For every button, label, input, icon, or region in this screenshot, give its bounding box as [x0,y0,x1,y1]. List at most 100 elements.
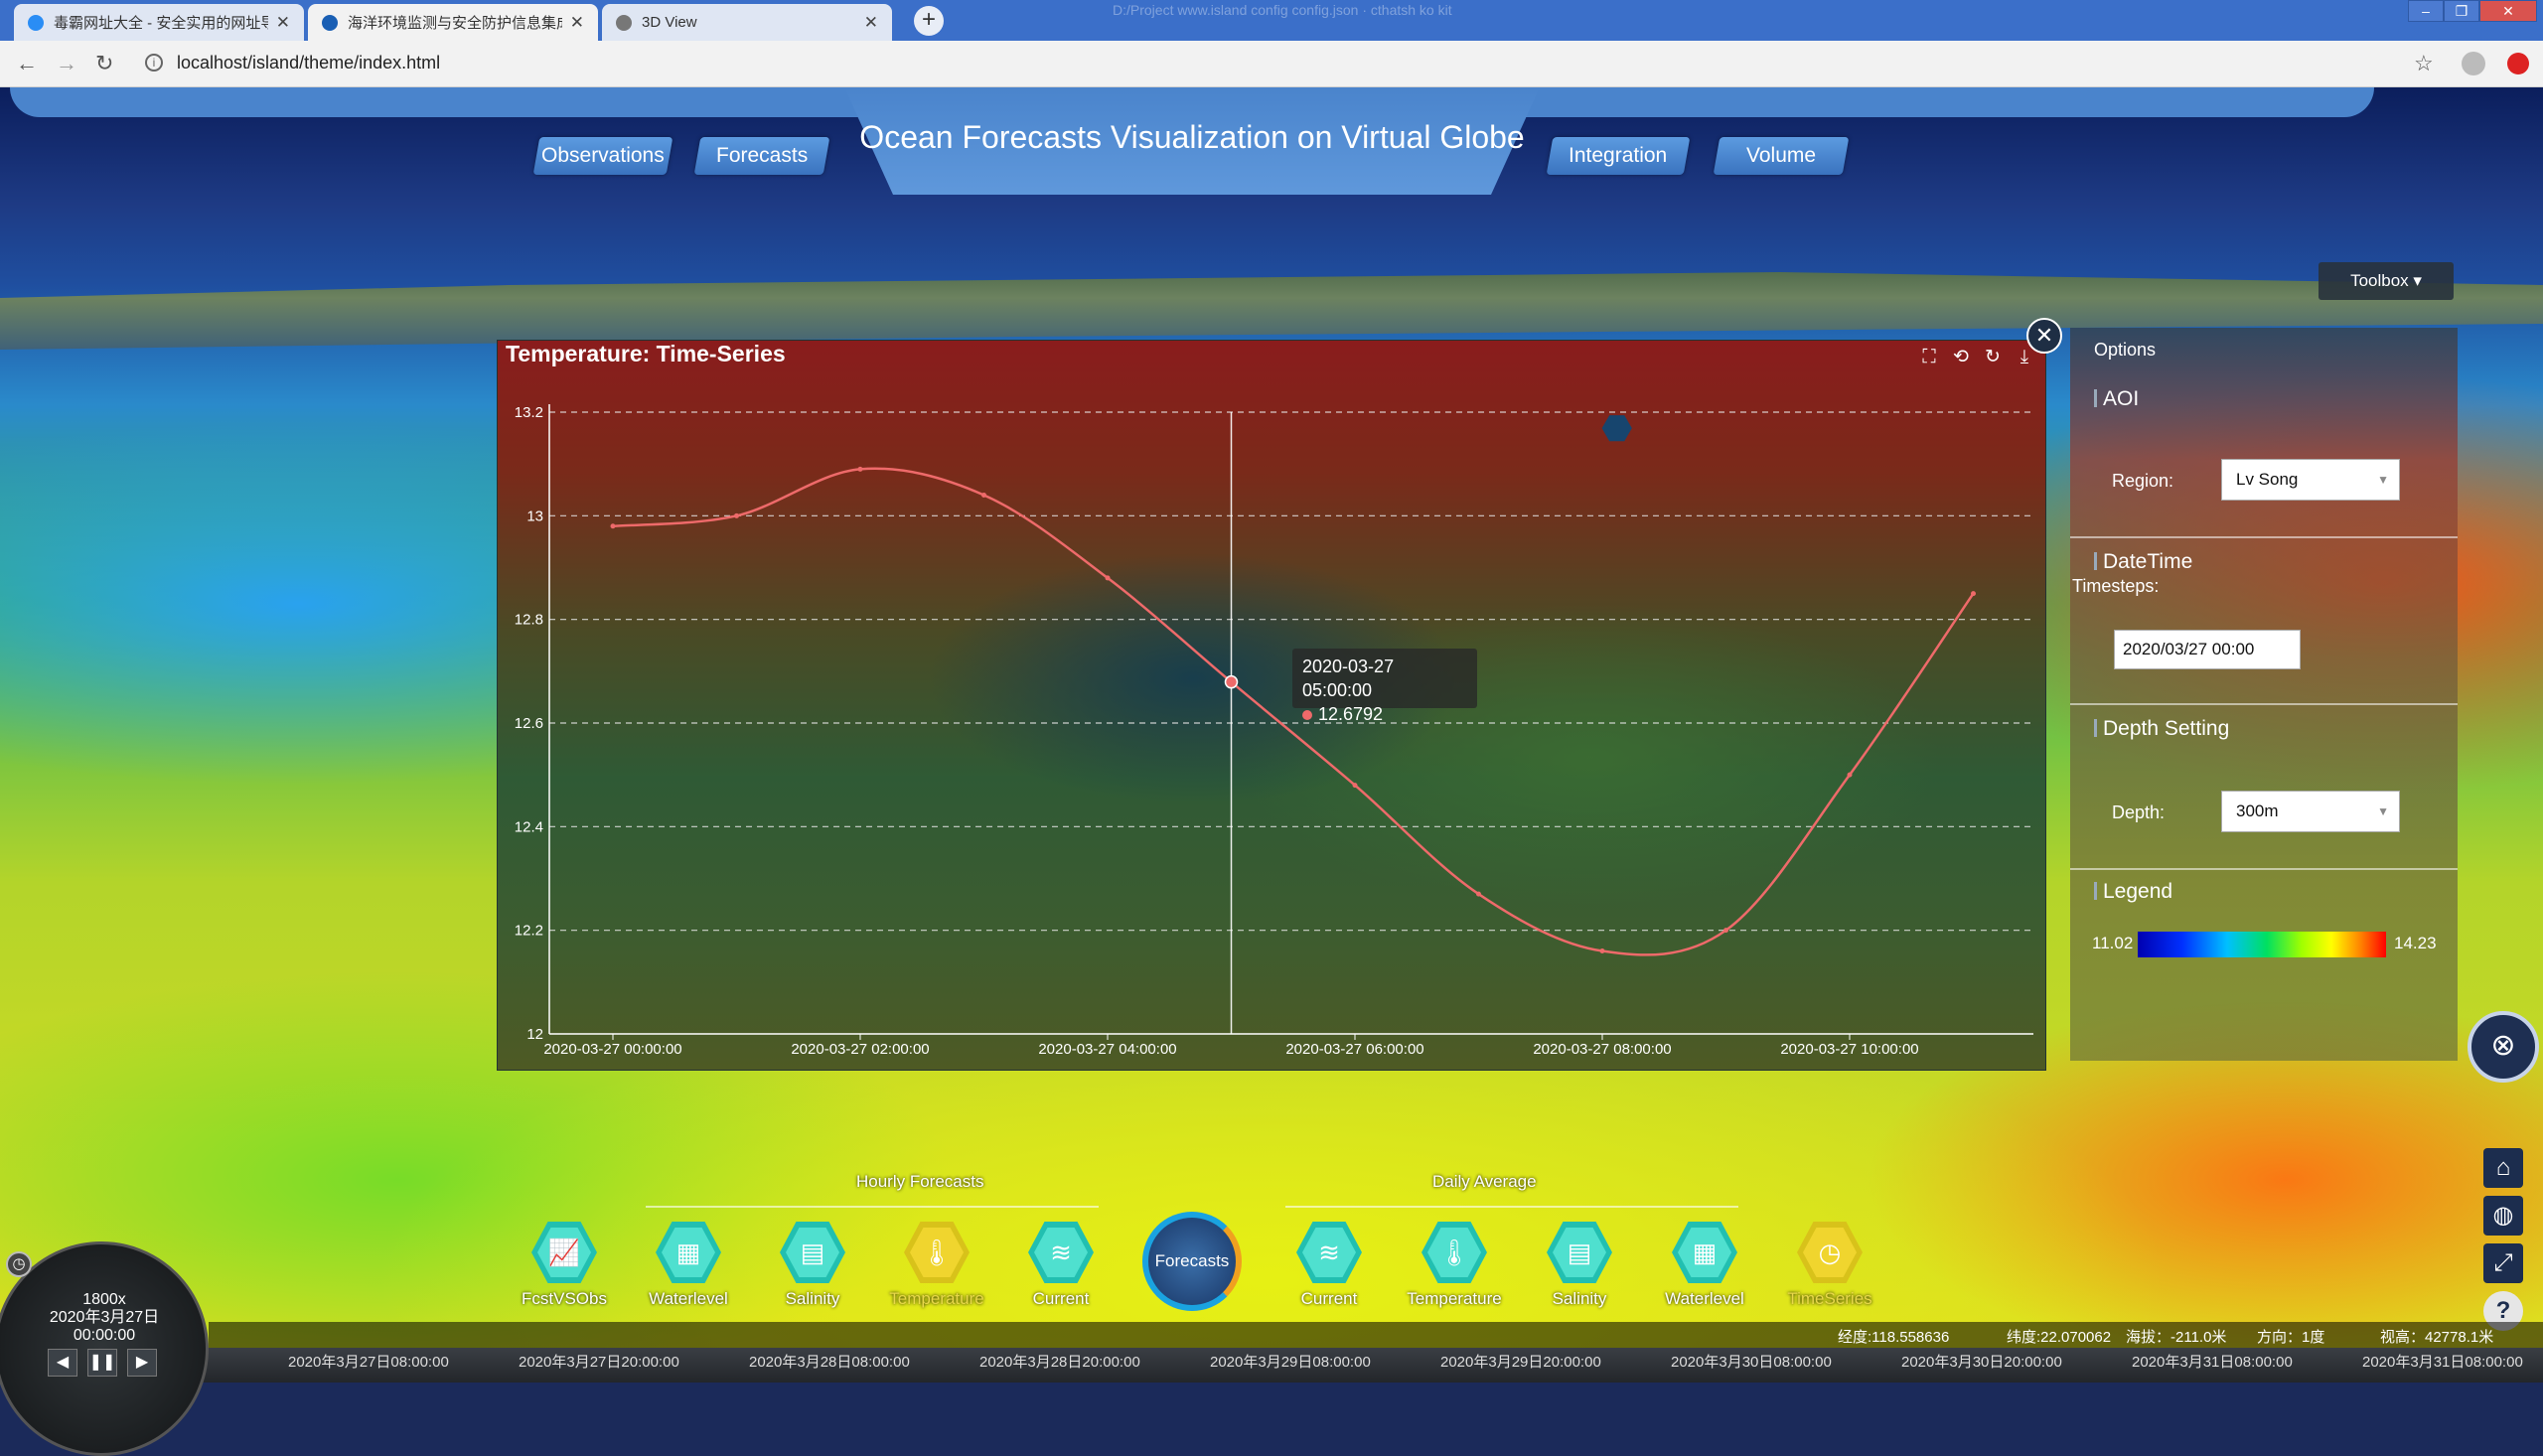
minimize-icon[interactable]: – [2408,0,2444,22]
legend-max: 14.23 [2394,934,2437,952]
compass-navigation-icon[interactable]: ⊗ [2468,1011,2539,1083]
y-tick-label: 12.2 [515,923,543,940]
options-title: Options [2094,340,2157,360]
close-window-icon[interactable]: ✕ [2479,0,2537,22]
nav-tab-observations[interactable]: Observations [532,137,673,175]
back-icon[interactable]: ← [16,51,38,76]
new-tab-button[interactable]: + [914,6,944,36]
url-field[interactable]: localhost/island/theme/index.html [177,53,440,73]
pause-icon[interactable]: ❚❚ [87,1349,117,1377]
dock-item-label: Waterlevel [649,1289,728,1308]
depth-select[interactable]: 300m ▼ [2221,791,2400,832]
clock-time: 00:00:00 [73,1327,136,1344]
timeline-tick-label: 2020年3月29日08:00:00 [1210,1354,1371,1371]
dock-item-label: Temperature [1407,1289,1502,1308]
data-point [1599,948,1605,954]
play-forward-icon[interactable]: ▶ [127,1349,157,1377]
dock-item-label: Temperature [889,1289,984,1308]
dock-item-label: Current [1300,1289,1358,1308]
region-label: Region: [2112,471,2174,491]
dock-item-current[interactable]: ≋ Current [1279,1222,1379,1309]
extension-icon[interactable] [2507,53,2529,74]
timeline-tick-label: 2020年3月31日08:00:00 [2132,1354,2293,1371]
browser-tab-1[interactable]: 毒霸网址大全 - 安全实用的网址导 ✕ [14,4,304,41]
clock-speed: 1800x [82,1291,126,1308]
nav-tab-forecasts[interactable]: Forecasts [693,137,830,175]
y-tick-label: 12.6 [515,715,543,732]
home-icon[interactable]: ⌂ [2483,1148,2523,1188]
dock-item-waterlevel[interactable]: ▦ Waterlevel [639,1222,738,1309]
altitude-readout: 海拔：-211.0米 [2126,1329,2227,1346]
legend-colorbar [2138,932,2386,957]
address-bar: ← → ↻ i localhost/island/theme/index.htm… [0,41,2543,87]
waterlevel-icon: ▦ [656,1222,721,1283]
dock-item-temperature[interactable]: 🌡 Temperature [1405,1222,1504,1309]
fullscreen-icon[interactable]: ⤢ [2483,1243,2523,1283]
depth-section: Depth Setting Depth: 300m ▼ [2070,705,2458,870]
profile-avatar-icon[interactable] [2462,52,2485,75]
depth-value: 300m [2236,801,2279,820]
browser-tab-3[interactable]: 3D View ✕ [602,4,892,41]
reload-icon[interactable]: ↻ [95,51,113,76]
chevron-down-icon: ▼ [2377,804,2389,818]
line-chart[interactable]: 12 12.2 12.4 12.6 12.8 13 13.2 2020-03-27 00:00… [498,341,2047,1072]
close-tab-icon[interactable]: ✕ [570,13,584,33]
nav-tab-integration[interactable]: Integration [1546,137,1691,175]
legend-heading: Legend [2094,880,2172,904]
data-point [1476,891,1481,897]
close-chart-button[interactable]: ✕ [2026,318,2062,354]
info-icon[interactable]: i [145,54,163,72]
waterlevel-icon-glyph: ▦ [1678,1228,1731,1277]
hourly-forecasts-label: Hourly Forecasts [856,1172,984,1191]
timeline-tick-label: 2020年3月29日20:00:00 [1440,1354,1601,1371]
close-tab-icon[interactable]: ✕ [276,13,290,33]
y-tick-label: 13 [526,508,543,524]
waves-icon-glyph: ≋ [1302,1228,1356,1277]
clock-icon[interactable]: ◷ [6,1251,32,1277]
bookmark-star-icon[interactable]: ☆ [2414,51,2434,76]
data-point [857,466,863,472]
forecasts-center-button[interactable]: Forecasts [1142,1212,1242,1311]
dock-item-timeseries[interactable]: ◷ TimeSeries [1780,1222,1879,1309]
dock-item-salinity[interactable]: ▤ Salinity [1530,1222,1629,1309]
forward-icon[interactable]: → [56,51,77,76]
dock-item-label: TimeSeries [1787,1289,1872,1308]
timesteps-label: Timesteps: [2072,576,2160,596]
hourly-divider [646,1206,1099,1208]
salinity-icon: ▤ [780,1222,845,1283]
y-tick-label: 13.2 [515,404,543,421]
timeseries-icon: ◷ [1797,1222,1863,1283]
globe-icon[interactable]: ◍ [2483,1196,2523,1236]
x-tick-label: 2020-03-27 04:00:00 [1038,1041,1176,1058]
timeline-bar[interactable]: 2020年3月27日08:00:00 2020年3月27日20:00:00 2020… [199,1348,2543,1383]
region-select[interactable]: Lv Song ▼ [2221,459,2400,501]
app-title: Ocean Forecasts Visualization on Virtual… [859,119,1525,155]
play-reverse-icon[interactable]: ◀ [48,1349,77,1377]
dock-item-label: Salinity [1552,1289,1607,1308]
close-tab-icon[interactable]: ✕ [864,13,878,33]
longitude-readout: 经度:118.558636 [1838,1329,1950,1346]
clock-readout: 1800x 2020年3月27日 00:00:00 [25,1291,184,1345]
dock-item-fcstvsobs[interactable]: 📈 FcstVSObs [515,1222,614,1309]
salinity-icon-glyph: ▤ [1553,1228,1606,1277]
dock-item-temperature[interactable]: 🌡 Temperature [887,1222,986,1309]
x-tick-label: 2020-03-27 02:00:00 [791,1041,929,1058]
dock-item-waterlevel[interactable]: ▦ Waterlevel [1655,1222,1754,1309]
maximize-icon[interactable]: ❐ [2444,0,2479,22]
map-marker-icon[interactable]: ⬣ [1601,407,1635,448]
salinity-icon: ▤ [1547,1222,1612,1283]
timeseries-icon-glyph: ◷ [1803,1228,1857,1277]
datetime-heading: DateTime [2094,550,2192,574]
dock-item-salinity[interactable]: ▤ Salinity [763,1222,862,1309]
tab-title: 毒霸网址大全 - 安全实用的网址导 [54,15,268,32]
browser-tab-2[interactable]: 海洋环境监测与安全防护信息集成 ✕ [308,4,598,41]
toolbox-dropdown[interactable]: Toolbox ▾ [2319,262,2454,300]
chevron-down-icon: ▼ [2377,473,2389,487]
timeline-tick-label: 2020年3月27日08:00:00 [288,1354,449,1371]
y-tick-label: 12.4 [515,818,543,835]
dock-item-current[interactable]: ≋ Current [1011,1222,1111,1309]
timesteps-input[interactable]: 2020/03/27 00:00 [2114,630,2301,669]
data-point [734,512,739,518]
tooltip-value: 12.6792 [1318,704,1384,724]
nav-tab-volume[interactable]: Volume [1713,137,1850,175]
